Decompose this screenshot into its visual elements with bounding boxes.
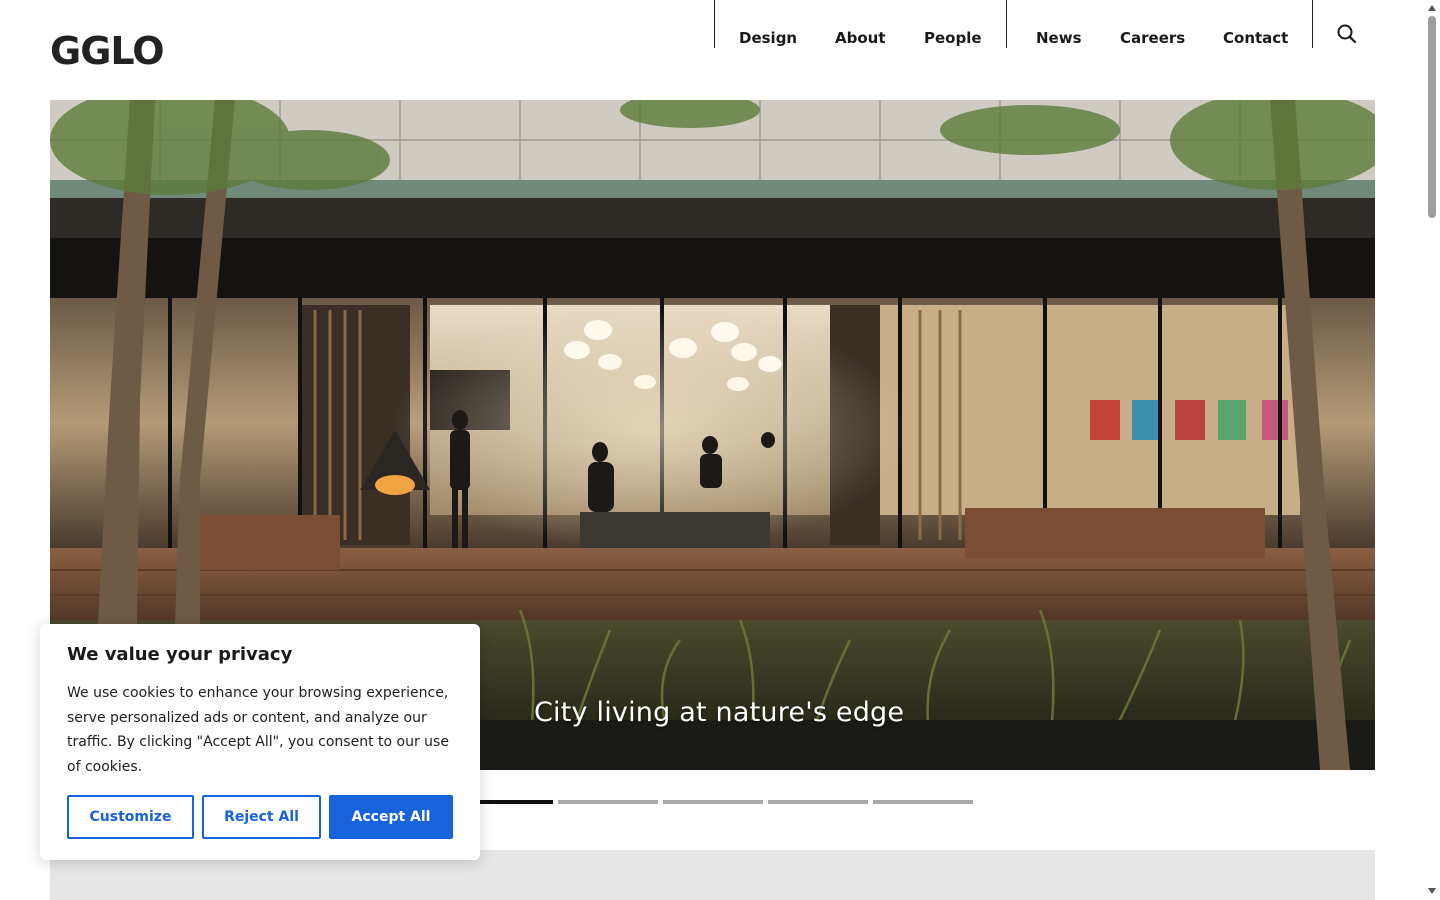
nav-careers[interactable]: Careers (1120, 29, 1185, 47)
nav-contact[interactable]: Contact (1223, 29, 1288, 47)
cookie-consent-banner: We value your privacy We use cookies to … (40, 624, 480, 860)
search-icon[interactable] (1335, 22, 1359, 46)
accept-all-button[interactable]: Accept All (329, 795, 453, 839)
reject-all-button[interactable]: Reject All (202, 795, 321, 839)
slide-indicator-2[interactable] (558, 800, 658, 804)
cookie-title: We value your privacy (67, 644, 293, 665)
slide-indicator-4[interactable] (768, 800, 868, 804)
nav-divider-left (714, 0, 715, 48)
cookie-text: We use cookies to enhance your browsing … (67, 685, 449, 775)
nav-people[interactable]: People (924, 29, 982, 47)
nav-divider-middle (1006, 0, 1007, 48)
nav-about[interactable]: About (835, 29, 886, 47)
page-scrollbar[interactable] (1424, 0, 1440, 900)
nav-news[interactable]: News (1036, 29, 1082, 47)
nav-divider-right (1312, 0, 1313, 48)
scroll-thumb[interactable] (1428, 16, 1436, 218)
gglo-logo[interactable]: GGLO (50, 32, 165, 70)
slide-indicator-5[interactable] (873, 800, 973, 804)
slide-indicator-3[interactable] (663, 800, 763, 804)
scroll-down-arrow-icon[interactable] (1428, 888, 1436, 894)
hero-caption: City living at nature's edge (534, 697, 905, 728)
nav-design[interactable]: Design (739, 29, 797, 47)
scroll-up-arrow-icon[interactable] (1428, 5, 1436, 11)
customize-button[interactable]: Customize (67, 795, 194, 839)
